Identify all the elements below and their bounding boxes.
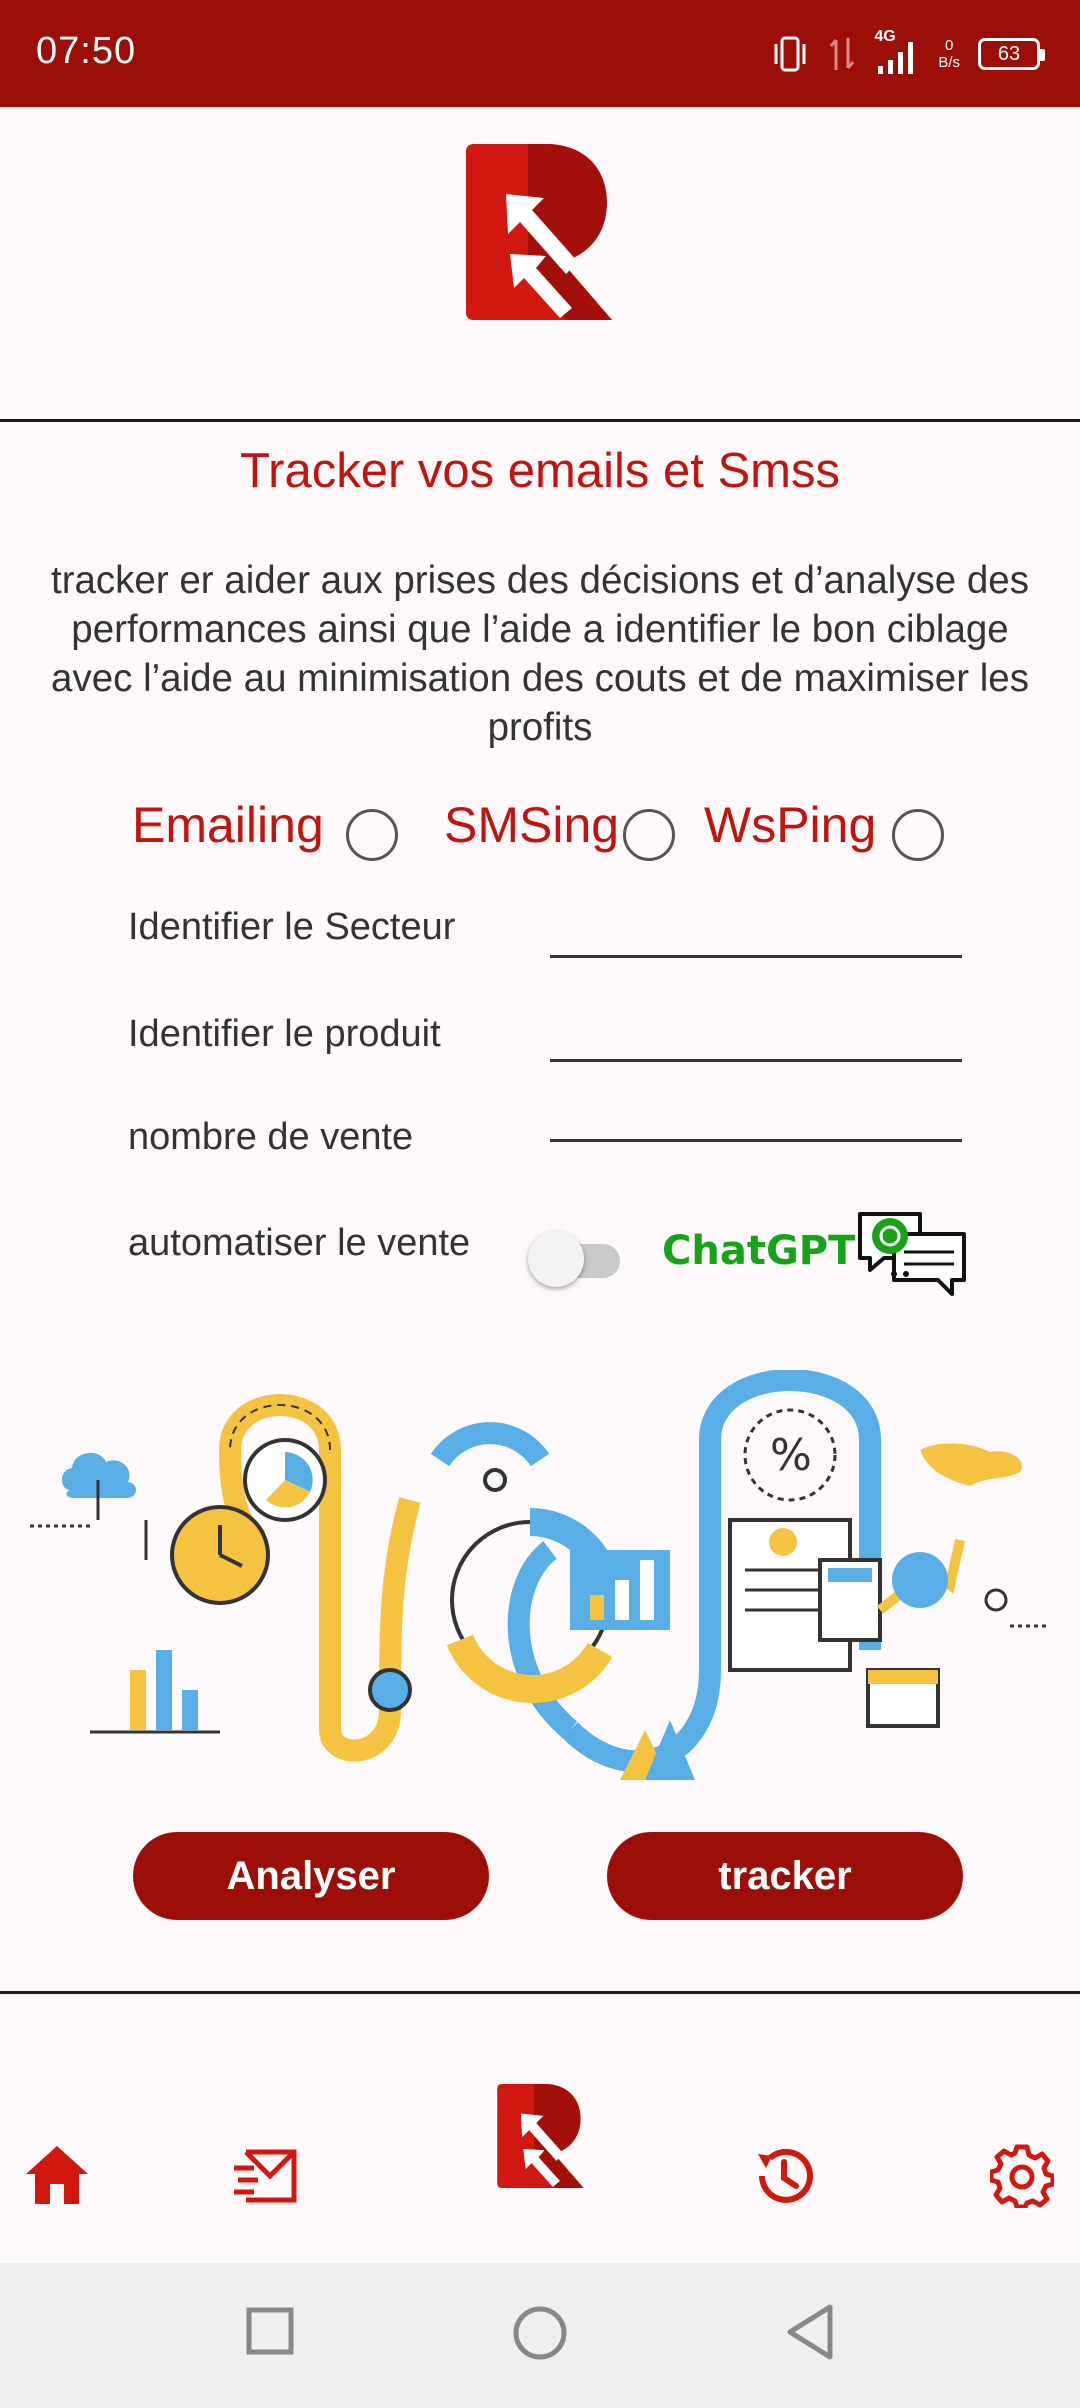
footer-divider [0, 1991, 1080, 1994]
option-wsping[interactable]: WsPing [704, 790, 945, 861]
option-emailing[interactable]: Emailing [132, 790, 398, 861]
status-icons: 4G 0 B/s 63 [770, 28, 1045, 80]
analyser-button[interactable]: Analyser [133, 1832, 489, 1920]
option-emailing-label: Emailing [132, 797, 324, 853]
tracker-button[interactable]: tracker [607, 1832, 963, 1920]
vente-input[interactable] [550, 1139, 962, 1142]
option-smsing-label: SMSing [444, 797, 620, 853]
home-button-icon[interactable] [512, 2305, 568, 2361]
page-description: tracker er aider aux prises des décision… [51, 559, 1029, 749]
secteur-input[interactable] [550, 955, 962, 958]
logo-icon[interactable] [497, 2084, 585, 2188]
automate-toggle[interactable] [528, 1231, 624, 1287]
status-time: 07:50 [36, 30, 137, 72]
history-icon[interactable] [752, 2144, 816, 2208]
battery-icon: 63 [978, 38, 1045, 70]
vente-label: nombre de vente [128, 1116, 414, 1158]
signal-icon: 4G [874, 28, 920, 76]
data-transfer-icon [830, 38, 855, 70]
net-speed: 0 B/s [938, 37, 960, 71]
back-button-icon[interactable] [784, 2303, 836, 2361]
page-title: Tracker vos emails et Smss [240, 444, 840, 498]
battery-level: 63 [997, 42, 1021, 65]
option-smsing[interactable]: SMSing [444, 790, 676, 861]
produit-label: Identifier le produit [128, 1013, 441, 1055]
home-icon[interactable] [24, 2144, 90, 2206]
chatgpt-label: ChatGPT [662, 1228, 856, 1274]
mail-send-icon[interactable] [232, 2148, 300, 2204]
toggle-thumb [528, 1231, 584, 1287]
chatgpt-chat-icon [858, 1212, 966, 1296]
recents-button-icon[interactable] [246, 2307, 294, 2355]
analytics-illustration: % [30, 1370, 1050, 1780]
logo-icon [466, 144, 612, 320]
system-nav-bar [0, 2263, 1080, 2408]
secteur-label: Identifier le Secteur [128, 906, 456, 948]
gear-icon[interactable] [990, 2144, 1054, 2208]
option-wsping-radio[interactable] [892, 809, 945, 861]
status-bar: 07:50 4G 0 B/s 63 [0, 0, 1080, 107]
produit-input[interactable] [550, 1059, 962, 1062]
option-emailing-radio[interactable] [345, 809, 398, 861]
svg-text:%: % [770, 1430, 812, 1481]
option-smsing-radio[interactable] [623, 809, 676, 861]
option-wsping-label: WsPing [704, 797, 877, 853]
automate-label: automatiser le vente [128, 1222, 471, 1264]
vibrate-icon [774, 36, 806, 72]
header-divider [0, 419, 1080, 422]
